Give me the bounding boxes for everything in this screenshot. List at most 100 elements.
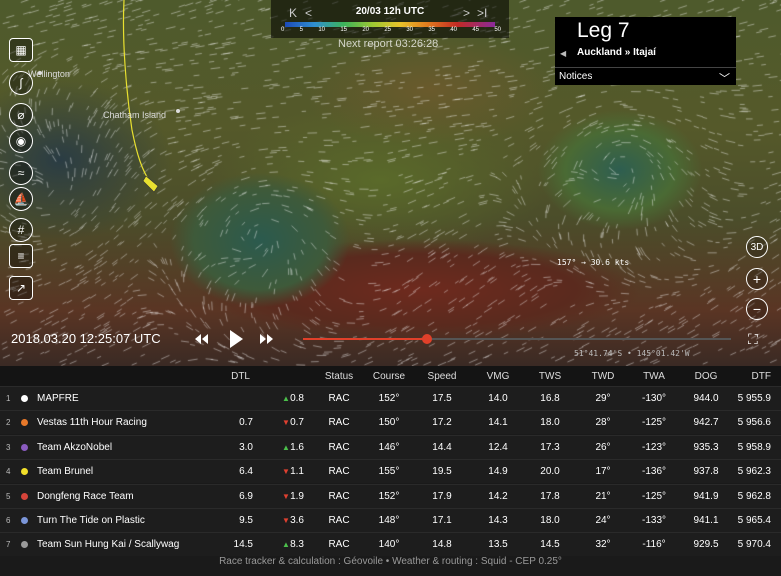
dtf-value: 5 970.4	[737, 539, 771, 551]
notices-dropdown[interactable]: Notices ﹀	[555, 67, 736, 85]
twa-value: -123°	[641, 441, 666, 453]
col-status: Status	[324, 370, 354, 382]
table-row[interactable]: 4 Team Brunel 6.4 ▼ 1.1 RAC 155° 19.5 14.9 20.0 17…	[0, 459, 781, 484]
col-vmg: VMG	[486, 370, 510, 382]
team-color-dot	[21, 460, 28, 483]
grid-icon[interactable]: #	[9, 218, 33, 242]
course-value: 148°	[378, 515, 400, 526]
timeline-progress	[303, 338, 428, 340]
next-frame-button[interactable]: >	[463, 6, 470, 20]
team-name[interactable]: Team AkzoNobel	[37, 436, 112, 459]
chevron-down-icon: ﹀	[719, 73, 730, 85]
team-name[interactable]: Turn The Tide on Plastic	[37, 509, 145, 532]
col-dog: DOG	[694, 370, 718, 382]
map-layers-icon[interactable]: ▦	[9, 38, 33, 62]
dtl-value: 9.5	[239, 515, 253, 526]
speed-value: 19.5	[432, 466, 452, 478]
twd-value: 32°	[595, 539, 611, 551]
weather-map[interactable]: Wellington Chatham Island K < 20/03 12h …	[0, 0, 781, 366]
dog-value: 941.9	[693, 490, 719, 502]
leg-title: Leg 7	[577, 19, 630, 42]
tws-value: 17.8	[540, 490, 560, 502]
rewind-icon[interactable]	[193, 328, 209, 350]
dtf-value: 5 955.9	[737, 393, 771, 404]
team-name[interactable]: Team Brunel	[37, 460, 93, 483]
scale-label: 20	[362, 27, 369, 33]
forecast-time-bar: K < 20/03 12h UTC > >I 0 5 10 15 20 25 30 35 40 4…	[271, 0, 509, 38]
table-row[interactable]: 6 Turn The Tide on Plastic 9.5 ▼ 3.6 RAC 148° 1…	[0, 508, 781, 532]
dtl-value: 14.5	[233, 539, 253, 551]
scale-label: 45	[472, 27, 479, 33]
twa-value: -116°	[642, 539, 666, 551]
status-value: RAC	[328, 417, 350, 429]
col-course: Course	[372, 370, 406, 382]
table-header: DTL Status Course Speed VMG TWS TWD TWA …	[0, 366, 781, 386]
credits-footer: Race tracker & calculation : Géovoile • …	[219, 556, 562, 567]
playback-time: 2018.03.20 12:25:07 UTC	[11, 331, 161, 346]
team-name[interactable]: MAPFRE	[37, 387, 79, 410]
boat-track	[122, 0, 151, 183]
dtl-value: 0.7	[239, 417, 253, 429]
fullscreen-icon[interactable]: ⛶	[748, 331, 764, 347]
scale-label: 5	[299, 27, 303, 33]
course-value: 146°	[378, 441, 400, 453]
dog-value: 929.5	[693, 539, 719, 551]
dtf-value: 5 956.6	[737, 417, 771, 429]
3d-view-button[interactable]: 3D	[746, 236, 768, 258]
scale-label: 30	[406, 27, 413, 33]
team-name[interactable]: Dongfeng Race Team	[37, 485, 134, 508]
team-name[interactable]: Vestas 11th Hour Racing	[37, 411, 147, 434]
zoom-in-icon[interactable]: +	[746, 268, 768, 290]
timeline-slider[interactable]	[303, 334, 731, 344]
route-icon[interactable]: ∫	[9, 71, 33, 95]
play-icon[interactable]	[226, 328, 246, 350]
table-row[interactable]: 1 MAPFRE ▲ 0.8 RAC 152° 17.5 14.0 16.8 29° -130° 94…	[0, 386, 781, 410]
scale-label: 40	[450, 27, 457, 33]
tws-value: 16.8	[540, 393, 560, 404]
fast-forward-icon[interactable]	[259, 328, 275, 350]
tws-value: 17.3	[540, 441, 560, 453]
vmg-value: 14.0	[488, 393, 508, 404]
twd-value: 28°	[595, 417, 611, 429]
table-row[interactable]: 5 Dongfeng Race Team 6.9 ▼ 1.9 RAC 152° 17.9 14.…	[0, 483, 781, 508]
dtf-value: 5 965.4	[737, 515, 771, 526]
last-frame-button[interactable]: >I	[477, 6, 487, 20]
speed-value: 14.4	[432, 441, 452, 453]
dtf-value: 5 958.9	[737, 441, 771, 453]
table-row[interactable]: 2 Vestas 11th Hour Racing 0.7 ▼ 0.7 RAC 150° 17…	[0, 410, 781, 435]
vmg-value: 13.5	[488, 539, 508, 551]
place-wellington: Wellington	[28, 69, 70, 79]
team-color-dot	[21, 436, 28, 459]
wind-readout: 157° → 30.6 kts	[557, 258, 630, 267]
boat-marker[interactable]	[142, 175, 159, 193]
tws-value: 14.5	[540, 539, 560, 551]
zoom-out-icon[interactable]: −	[746, 298, 768, 320]
leg-panel: Leg 7 ◀ Auckland » Itajaí	[555, 17, 736, 68]
twd-value: 29°	[595, 393, 611, 404]
twd-value: 21°	[595, 490, 611, 502]
wind-icon[interactable]: ≈	[9, 161, 33, 185]
team-name[interactable]: Team Sun Hung Kai / Scallywag	[37, 533, 179, 556]
leg-prev-icon[interactable]: ◀	[560, 49, 566, 58]
table-row[interactable]: 7 Team Sun Hung Kai / Scallywag 14.5 ▲ 8.3 RA…	[0, 532, 781, 557]
dog-value: 941.1	[693, 515, 719, 526]
dog-value: 942.7	[693, 417, 719, 429]
dog-value: 944.0	[693, 393, 719, 404]
table-row[interactable]: 3 Team AkzoNobel 3.0 ▲ 1.6 RAC 146° 14.4 12.4 17.…	[0, 434, 781, 459]
vmg-value: 14.1	[488, 417, 508, 429]
tws-value: 18.0	[540, 515, 560, 526]
rank: 5	[6, 491, 11, 501]
rank: 3	[6, 442, 11, 452]
tws-value: 18.0	[540, 417, 560, 429]
speed-value: 17.1	[432, 515, 452, 526]
dtf-value: 5 962.8	[737, 490, 771, 502]
speed-value: 14.8	[432, 539, 452, 551]
vmg-value: 14.3	[488, 515, 508, 526]
change-value: 1.1	[290, 466, 304, 478]
compass-icon[interactable]: ⌀	[9, 103, 33, 127]
camera-icon[interactable]: ◉	[9, 129, 33, 153]
chart-icon[interactable]: ↗	[9, 276, 33, 300]
boat-icon[interactable]: ⛵	[9, 187, 33, 211]
ruler-icon[interactable]: ≡	[9, 244, 33, 268]
ranking-table: DTL Status Course Speed VMG TWS TWD TWA …	[0, 366, 781, 576]
